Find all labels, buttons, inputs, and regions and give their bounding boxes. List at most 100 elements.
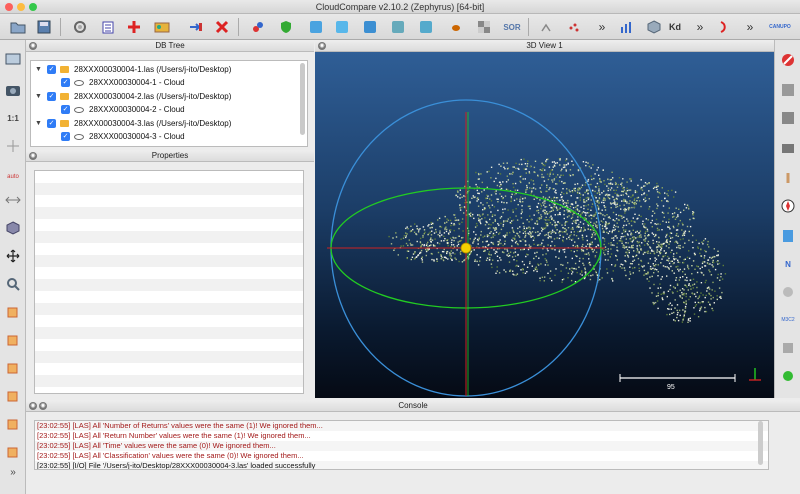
open-icon[interactable] <box>8 17 28 37</box>
auto-pivot-button[interactable]: auto <box>3 160 23 180</box>
center-icon[interactable] <box>3 136 23 156</box>
film-icon[interactable] <box>778 138 798 158</box>
normals-icon[interactable] <box>778 226 798 246</box>
box-bottom-icon[interactable] <box>3 442 23 462</box>
clone-icon[interactable] <box>186 17 206 37</box>
view3d-title: 3D View 1 <box>526 41 563 50</box>
cc5-icon[interactable] <box>416 17 436 37</box>
arrows-icon[interactable] <box>3 190 23 210</box>
checker-icon[interactable] <box>474 17 494 37</box>
ratio-button[interactable]: 1:1 <box>3 108 23 128</box>
cc-icon[interactable] <box>306 17 326 37</box>
ant-icon[interactable] <box>446 17 466 37</box>
console-line: [23:02:55] [LAS] All 'Classification' va… <box>37 451 304 460</box>
canupo-icon[interactable]: CANUPO <box>764 17 796 37</box>
shield-icon[interactable] <box>276 17 296 37</box>
green-circle-icon[interactable] <box>778 366 798 386</box>
kd-icon[interactable]: Kd <box>664 17 686 37</box>
scatter-icon[interactable] <box>564 17 584 37</box>
folder-icon <box>60 120 69 127</box>
window-titlebar: CloudCompare v2.10.2 (Zephyrus) [64-bit] <box>0 0 800 14</box>
view3d-header: ◉ 3D View 1 <box>315 40 774 52</box>
collapse-icon[interactable]: ▼ <box>35 66 42 73</box>
add-icon[interactable] <box>124 17 144 37</box>
console-line: [23:02:55] [I/O] File '/Users/j-ito/Desk… <box>35 461 768 469</box>
delete-icon[interactable] <box>212 17 232 37</box>
mbc-icon[interactable]: M3C2 <box>778 310 798 330</box>
console-close-icon[interactable]: ◉ <box>29 402 37 410</box>
tree-label: 28XXX00030004-3 - Cloud <box>89 132 185 141</box>
expand-icon[interactable]: » <box>3 462 23 482</box>
tree-cloud-row[interactable]: ✓ 28XXX00030004-1 - Cloud <box>61 76 185 89</box>
tree-file-row[interactable]: ▼ ✓ 28XXX00030004-3.las (/Users/j-ito/De… <box>35 117 231 130</box>
tree-file-row[interactable]: ▼ ✓ 28XXX00030004-1.las (/Users/j-ito/De… <box>35 63 231 76</box>
pan-icon[interactable] <box>3 246 23 266</box>
layers-icon[interactable] <box>778 338 798 358</box>
cc3-icon[interactable] <box>360 17 380 37</box>
properties-close-icon[interactable]: ◉ <box>29 152 37 160</box>
box-right-icon[interactable] <box>3 386 23 406</box>
zoom-icon[interactable] <box>3 274 23 294</box>
monitor-icon[interactable] <box>3 50 23 70</box>
more2-icon[interactable]: » <box>690 17 710 37</box>
dbtree-header: ◉ DB Tree <box>26 40 314 52</box>
brush-icon[interactable] <box>714 17 734 37</box>
cc4-icon[interactable] <box>388 17 408 37</box>
sphere-icon[interactable] <box>778 282 798 302</box>
console-scrollbar[interactable] <box>758 421 763 465</box>
console-line: [23:02:55] [LAS] All 'Time' values were … <box>35 441 768 451</box>
box-top-icon[interactable] <box>3 414 23 434</box>
save-icon[interactable] <box>34 17 54 37</box>
box-left-icon[interactable] <box>3 358 23 378</box>
console-float-icon[interactable]: ◉ <box>39 402 47 410</box>
checkbox[interactable]: ✓ <box>47 65 56 74</box>
checkbox[interactable]: ✓ <box>61 105 70 114</box>
tree-cloud-row[interactable]: ✓ 28XXX00030004-3 - Cloud <box>61 130 185 143</box>
console-panel: [23:02:55] [LAS] All 'Number of Returns'… <box>34 420 769 470</box>
tree-file-row[interactable]: ▼ ✓ 28XXX00030004-2.las (/Users/j-ito/De… <box>35 90 231 103</box>
compass-icon[interactable] <box>778 196 798 216</box>
checkbox[interactable]: ✓ <box>61 78 70 87</box>
window-title: CloudCompare v2.10.2 (Zephyrus) [64-bit] <box>315 2 485 12</box>
tree-icon[interactable] <box>536 17 556 37</box>
checkbox[interactable]: ✓ <box>47 119 56 128</box>
cube-icon[interactable] <box>644 17 664 37</box>
render-icon[interactable] <box>778 80 798 100</box>
view3d-close-icon[interactable]: ◉ <box>318 42 326 50</box>
cloud-icon <box>74 79 84 86</box>
left-toolbar: 1:1 auto » <box>0 40 26 494</box>
more3-icon[interactable]: » <box>740 17 760 37</box>
cc2-icon[interactable] <box>332 17 352 37</box>
sor-icon[interactable]: SOR <box>500 17 524 37</box>
dbtree-close-icon[interactable]: ◉ <box>29 42 37 50</box>
checkbox[interactable]: ✓ <box>61 132 70 141</box>
hand-icon[interactable] <box>778 168 798 188</box>
tree-cloud-row[interactable]: ✓ 28XXX00030004-2 - Cloud <box>61 103 185 116</box>
merge-icon[interactable] <box>152 17 172 37</box>
render2-icon[interactable] <box>778 108 798 128</box>
cloud-icon <box>74 106 84 113</box>
checkbox[interactable]: ✓ <box>47 92 56 101</box>
list-icon[interactable] <box>98 17 118 37</box>
more-icon[interactable]: » <box>592 17 612 37</box>
scale-label: 95 <box>667 384 675 391</box>
sample-icon[interactable] <box>248 17 268 37</box>
tree-label: 28XXX00030004-1.las (/Users/j-ito/Deskto… <box>74 65 232 74</box>
stop-icon[interactable] <box>778 50 798 70</box>
dbtree-scrollbar[interactable] <box>300 63 305 135</box>
camera-icon[interactable] <box>3 80 23 100</box>
north-icon[interactable]: N <box>778 254 798 274</box>
collapse-icon[interactable]: ▼ <box>35 93 42 100</box>
settings-icon[interactable] <box>70 17 90 37</box>
close-window-button[interactable] <box>5 3 13 11</box>
view-cube-icon[interactable] <box>3 218 23 238</box>
zoom-window-button[interactable] <box>29 3 37 11</box>
box-back-icon[interactable] <box>3 330 23 350</box>
cloud-icon <box>74 133 84 140</box>
collapse-icon[interactable]: ▼ <box>35 120 42 127</box>
main-toolbar: SOR » Kd » » CANUPO <box>0 14 800 40</box>
box-front-icon[interactable] <box>3 302 23 322</box>
minimize-window-button[interactable] <box>17 3 25 11</box>
view3d-canvas[interactable]: 95 <box>315 52 774 398</box>
chart-icon[interactable] <box>616 17 636 37</box>
